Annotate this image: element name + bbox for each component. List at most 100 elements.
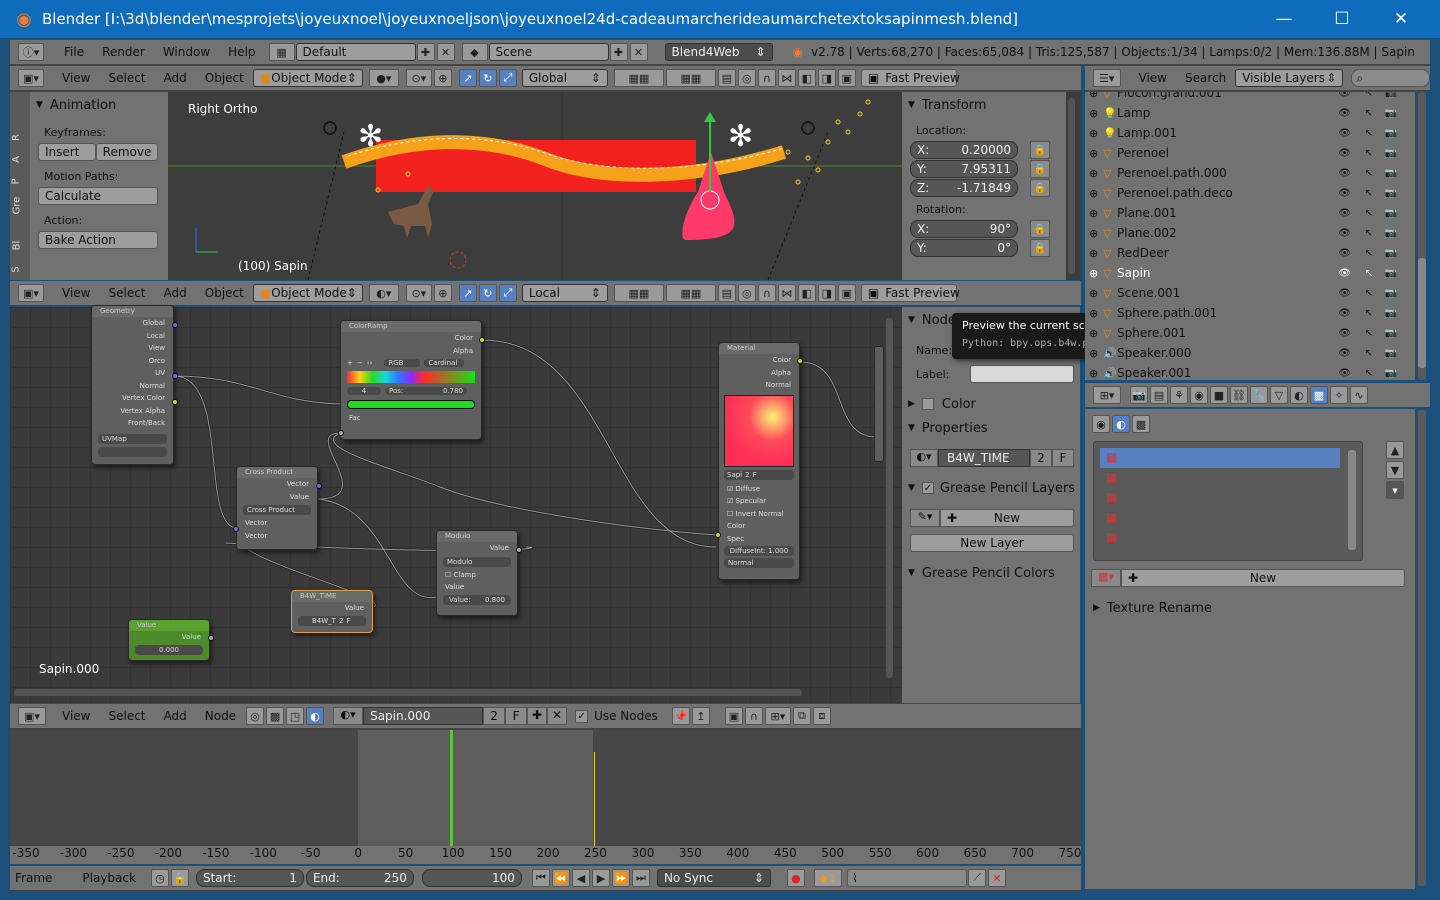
expand-icon[interactable]: ⊕ xyxy=(1089,247,1098,260)
socket-dot[interactable] xyxy=(316,483,322,489)
scene-field[interactable]: Scene xyxy=(488,43,609,61)
expand-icon[interactable]: ⊕ xyxy=(1089,107,1098,120)
b4w-time-name-field[interactable]: B4W_TIME xyxy=(938,449,1030,467)
cursor-icon[interactable]: ↖ xyxy=(1365,308,1373,319)
uvmap-field[interactable]: UVMap xyxy=(98,433,167,444)
lock-icon[interactable]: 🔒 xyxy=(1030,141,1050,159)
pin-icon[interactable]: 📌 xyxy=(671,707,690,725)
expand-icon[interactable]: ⊕ xyxy=(1089,367,1098,380)
texture-browse-icon[interactable]: ▩▾ xyxy=(1091,569,1121,587)
camera-render-icon[interactable]: 📷 xyxy=(1385,328,1397,339)
outliner-editor-icon[interactable]: ☰▾ xyxy=(1093,69,1121,87)
layers-grid-icon[interactable]: ▦▦ xyxy=(613,284,664,302)
tab-animation[interactable]: A xyxy=(11,156,22,163)
checkbox-icon[interactable]: ☐ xyxy=(445,571,451,579)
render-icon[interactable]: ◧ xyxy=(797,284,816,302)
rotate-icon[interactable]: ↻ xyxy=(478,284,497,302)
texture-slot[interactable]: ▩ xyxy=(1100,528,1340,548)
clock-icon[interactable]: ◷ xyxy=(150,869,169,887)
properties-editor-icon[interactable]: ⊞▾ xyxy=(1093,386,1121,404)
gp-layers-header[interactable]: ▼ ✓ Grease Pencil Layers xyxy=(902,477,1075,499)
socket-dot[interactable] xyxy=(172,399,178,405)
editor-type-icon[interactable]: ▣▾ xyxy=(18,69,44,87)
output-node-edge[interactable] xyxy=(874,346,884,462)
shading-icon[interactable]: ◐▾ xyxy=(368,284,399,302)
texture-slot[interactable]: ▩ xyxy=(1100,448,1340,468)
record-icon[interactable]: ● xyxy=(786,869,805,887)
translate-icon[interactable]: ↗ xyxy=(458,284,477,302)
cursor-icon[interactable]: ↖ xyxy=(1365,188,1373,199)
remove-scene-icon[interactable]: ✕ xyxy=(629,43,648,61)
menu-file[interactable]: File xyxy=(55,45,93,59)
scale-icon[interactable]: ⤢ xyxy=(498,69,517,87)
delete-key-icon[interactable]: ✕ xyxy=(987,869,1006,887)
camera-render-icon[interactable]: 📷 xyxy=(1385,108,1397,119)
physics-tab-icon[interactable]: ∿ xyxy=(1350,386,1368,404)
eye-icon[interactable]: 👁 xyxy=(1338,288,1351,299)
flip-icon[interactable]: ‹› xyxy=(367,359,373,367)
camera-render-icon[interactable]: 📷 xyxy=(1385,348,1397,359)
outliner-row[interactable]: ⊕ ▽ Sapin 👁 ↖ 📷 xyxy=(1085,263,1415,283)
tab-physics[interactable]: P xyxy=(11,178,22,184)
ramp-mode-dropdown[interactable]: RGB xyxy=(384,359,421,367)
cursor-icon[interactable]: ↖ xyxy=(1365,128,1373,139)
modulo-op-dropdown[interactable]: Modulo xyxy=(443,556,511,567)
info-editor-icon[interactable]: ⓘ▾ xyxy=(18,43,44,61)
start-frame-field[interactable]: Start: 1 xyxy=(195,869,304,887)
colorramp-node[interactable]: ColorRamp Color Alpha + − ‹› RGB Cardinal … xyxy=(340,320,482,440)
texture-slot[interactable]: ▩ xyxy=(1100,488,1340,508)
texture-slot[interactable]: ▩ xyxy=(1100,468,1340,488)
socket-dot[interactable] xyxy=(516,547,522,553)
cross-op-dropdown[interactable]: Cross Product xyxy=(243,505,311,515)
prev-key-icon[interactable]: ⏪ xyxy=(551,869,570,887)
keying-set-field[interactable]: ⌇ xyxy=(846,869,967,887)
location-x-field[interactable]: X: 0.20000 xyxy=(910,141,1018,159)
menu-window[interactable]: Window xyxy=(154,45,219,59)
sync-dropdown[interactable]: No Sync ⇕ xyxy=(656,869,771,887)
gp-layers-checkbox[interactable]: ✓ xyxy=(921,482,934,494)
checkbox-icon[interactable]: ☑ xyxy=(727,485,733,493)
diffint-field[interactable]: DiffuseInt: 1.000 xyxy=(724,546,794,556)
b4w-time-datablock[interactable]: ◐▾ B4W_TIME 2 F xyxy=(910,449,1074,467)
screen-layout-icon[interactable]: ▦ xyxy=(268,43,295,61)
snap-node-icon[interactable]: ∩ xyxy=(744,707,763,725)
socket-dot[interactable] xyxy=(797,358,803,364)
outliner-row[interactable]: ⊕ ▽ Perenoel 👁 ↖ 📷 xyxy=(1085,143,1415,163)
outliner-row[interactable]: ⊕ 💡 Lamp.001 👁 ↖ 📷 xyxy=(1085,123,1415,143)
cursor-icon[interactable]: ↖ xyxy=(1365,248,1373,259)
outliner-row[interactable]: ⊕ ▽ RedDeer 👁 ↖ 📷 xyxy=(1085,243,1415,263)
lock-icon[interactable]: 🔒 xyxy=(1030,220,1050,238)
view3d-menu-view[interactable]: View xyxy=(53,71,99,85)
shader-nodes-icon[interactable]: ◎ xyxy=(246,707,265,725)
socket-dot[interactable] xyxy=(208,635,214,641)
location-y-field[interactable]: Y: 7.95311 xyxy=(910,160,1018,178)
orientation-dropdown[interactable]: Global ⇕ xyxy=(521,69,608,87)
layer-lock-icon[interactable]: ▤ xyxy=(717,69,736,87)
editor-type-icon[interactable]: ▣▾ xyxy=(18,707,46,725)
end-frame-field[interactable]: End: 250 xyxy=(305,869,414,887)
outliner-row[interactable]: ⊕ 🔊 Speaker.001 👁 ↖ 📷 xyxy=(1085,363,1415,380)
checkbox-icon[interactable]: ☑ xyxy=(727,497,733,505)
b4w-time-node[interactable]: B4W_TIME Value B4W_T 2 F xyxy=(291,590,373,633)
world-tab-icon[interactable]: ◉ xyxy=(1190,386,1208,404)
camera-render-icon[interactable]: 📷 xyxy=(1385,368,1397,379)
color-panel-header[interactable]: ▶ Color xyxy=(902,393,976,415)
outliner-row[interactable]: ⊕ ▽ Sphere.001 👁 ↖ 📷 xyxy=(1085,323,1415,343)
view3d-scroll[interactable] xyxy=(1068,98,1075,274)
add-stop-icon[interactable]: + xyxy=(347,359,353,367)
lock-icon[interactable]: 🔒 xyxy=(1030,179,1050,197)
tab-grease[interactable]: Gre xyxy=(11,197,22,215)
expand-icon[interactable]: ⊕ xyxy=(1089,167,1098,180)
expand-icon[interactable]: ⊕ xyxy=(1089,307,1098,320)
color-checkbox[interactable] xyxy=(921,398,934,410)
camera-render-icon[interactable]: 📷 xyxy=(1385,248,1397,259)
outliner-row[interactable]: ⊕ ▽ Sphere.path.001 👁 ↖ 📷 xyxy=(1085,303,1415,323)
translate-icon[interactable]: ↗ xyxy=(458,69,477,87)
expand-icon[interactable]: ⊕ xyxy=(1089,92,1098,100)
eye-icon[interactable]: 👁 xyxy=(1338,148,1351,159)
snap-icon[interactable]: ∩ xyxy=(757,284,776,302)
properties-scroll[interactable] xyxy=(1418,410,1426,886)
proportional-icon[interactable]: ◎ xyxy=(737,284,756,302)
outliner-row[interactable]: ⊕ ▽ Plane.002 👁 ↖ 📷 xyxy=(1085,223,1415,243)
mode-dropdown[interactable]: ■ Object Mode ⇕ xyxy=(252,284,363,302)
